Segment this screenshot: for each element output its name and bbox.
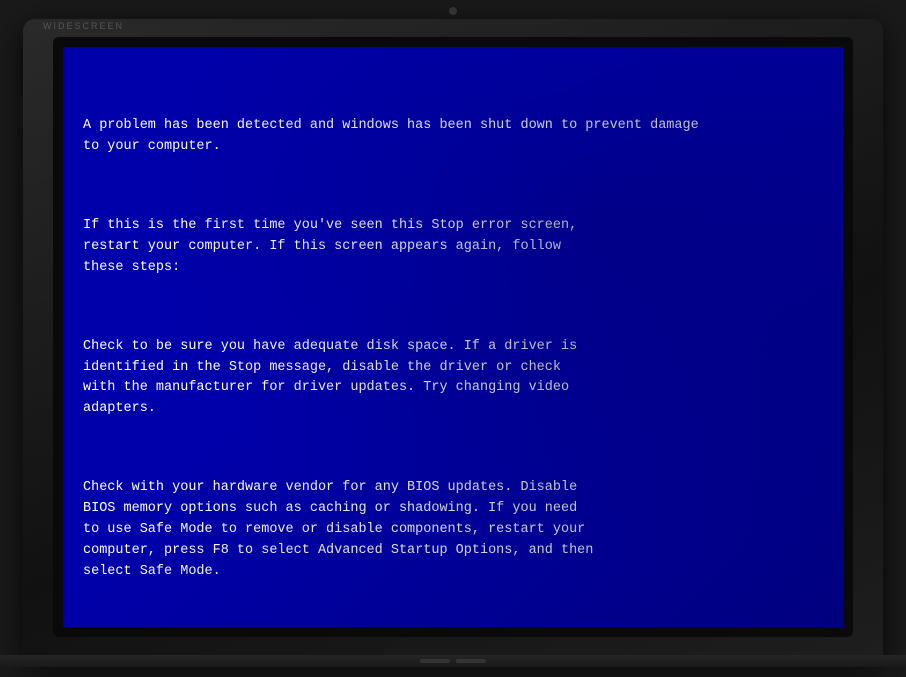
- laptop-btn-2: [456, 659, 486, 663]
- laptop-bezel: A problem has been detected and windows …: [53, 37, 853, 637]
- brand-label: WIDESCREEN: [43, 21, 124, 31]
- laptop-outer: WIDESCREEN A problem has been detected a…: [23, 19, 883, 659]
- bsod-screen: A problem has been detected and windows …: [63, 47, 843, 627]
- bsod-paragraph-4: Check with your hardware vendor for any …: [83, 478, 813, 583]
- bsod-content: A problem has been detected and windows …: [63, 47, 843, 627]
- bsod-paragraph-3: Check to be sure you have adequate disk …: [83, 337, 813, 421]
- bsod-paragraph-2: If this is the first time you've seen th…: [83, 216, 813, 279]
- laptop-bottom-buttons: [420, 659, 486, 663]
- laptop-btn-1: [420, 659, 450, 663]
- laptop-base: [0, 655, 906, 667]
- webcam-dot: [449, 7, 457, 15]
- webcam-bar: [449, 7, 457, 15]
- bsod-paragraph-1: A problem has been detected and windows …: [83, 116, 813, 158]
